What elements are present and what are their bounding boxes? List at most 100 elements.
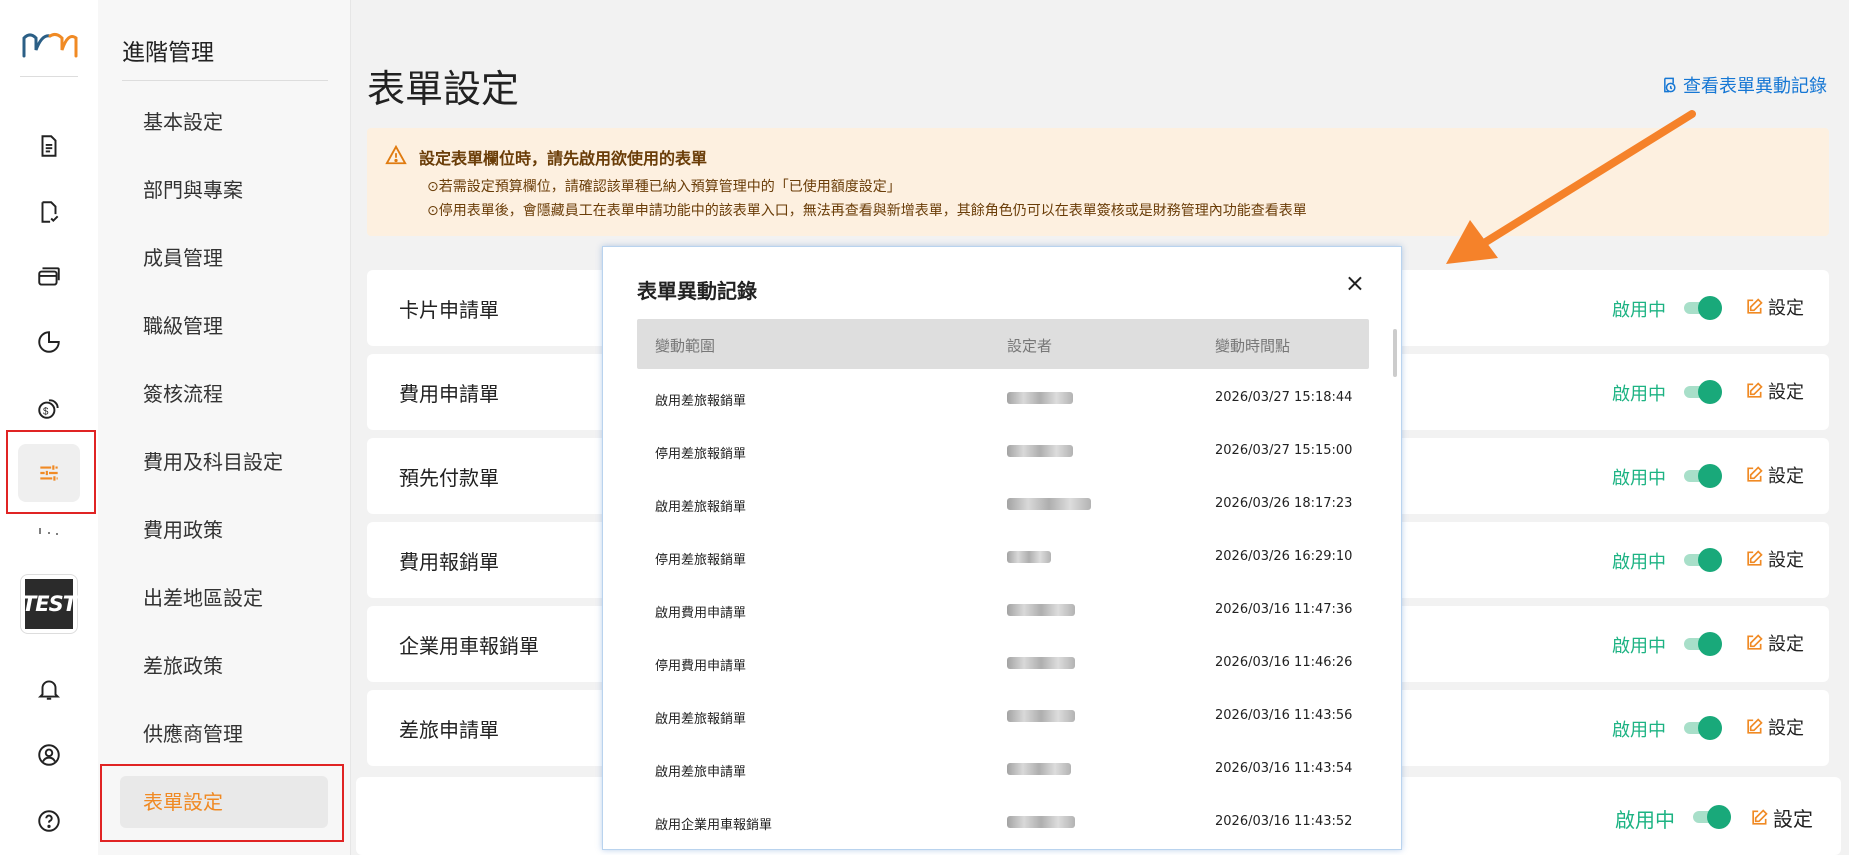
row-time: 2026/03/27 15:18:44	[1215, 390, 1353, 405]
table-row: 啟用差旅申請單 2026/03/16 11:43:54	[637, 743, 1369, 796]
money-icon[interactable]: $	[29, 388, 69, 428]
subnav-item-job-levels[interactable]: 職級管理	[120, 300, 328, 352]
subnav-item-departments-projects[interactable]: 部門與專案	[120, 164, 328, 216]
user-circle-icon[interactable]	[29, 735, 69, 775]
form-settings-button[interactable]: 設定	[1744, 294, 1804, 320]
bell-icon[interactable]	[29, 669, 69, 709]
subnav-item-members[interactable]: 成員管理	[120, 232, 328, 284]
history-table-header: 變動範圍 設定者 變動時間點	[637, 319, 1369, 369]
edit-icon	[1747, 298, 1763, 314]
annotation-arrow-icon	[1446, 110, 1696, 264]
subnav-item-travel-policy[interactable]: 差旅政策	[120, 640, 328, 692]
history-link-label: 查看表單異動記錄	[1683, 76, 1827, 97]
row-scope: 停用差旅報銷單	[655, 447, 747, 462]
form-settings-label: 設定	[1768, 382, 1804, 403]
avatar-text: TEST	[22, 579, 77, 629]
row-setter-redacted	[1007, 812, 1087, 832]
sliders-icon[interactable]	[29, 453, 69, 493]
form-name: 費用報銷單	[399, 550, 499, 574]
form-name: 預先付款單	[399, 466, 499, 490]
svg-text:$: $	[43, 407, 49, 418]
table-row: 啟用差旅報銷單 2026/03/16 11:43:56	[637, 690, 1369, 743]
form-status: 啟用中	[1615, 808, 1675, 832]
row-setter-redacted	[1007, 653, 1087, 673]
edit-icon	[1747, 382, 1763, 398]
form-settings-button[interactable]: 設定	[1744, 462, 1804, 488]
subnav-item-expense-policy[interactable]: 費用政策	[120, 504, 328, 556]
separator-marks-icon	[39, 528, 58, 535]
form-status: 啟用中	[1612, 552, 1666, 573]
form-status: 啟用中	[1612, 384, 1666, 405]
subnav-item-approval-flow[interactable]: 簽核流程	[120, 368, 328, 420]
warning-icon	[385, 144, 407, 165]
warning-line-disable: ⊙停用表單後，會隱藏員工在表單申請功能中的該表單入口，無法再查看與新增表單，其餘…	[427, 203, 1307, 219]
form-enable-toggle[interactable]	[1684, 380, 1722, 404]
form-settings-label: 設定	[1768, 298, 1804, 319]
form-enable-toggle[interactable]	[1684, 548, 1722, 572]
row-setter-redacted	[1007, 759, 1087, 779]
form-enable-toggle[interactable]	[1684, 632, 1722, 656]
form-settings-button[interactable]: 設定	[1744, 714, 1804, 740]
row-time: 2026/03/27 15:15:00	[1215, 443, 1353, 458]
row-scope: 啟用差旅報銷單	[655, 394, 747, 409]
table-row: 啟用差旅報銷單 2026/03/26 18:17:23	[637, 478, 1369, 531]
form-enable-toggle[interactable]	[1684, 464, 1722, 488]
row-time: 2026/03/16 11:43:56	[1215, 708, 1353, 723]
form-settings-label: 設定	[1768, 718, 1804, 739]
table-row: 啟用差旅報銷單 2026/03/27 15:18:44	[637, 372, 1369, 425]
row-scope: 啟用差旅申請單	[655, 765, 747, 780]
row-scope: 停用差旅報銷單	[655, 553, 747, 568]
sub-navigation: 進階管理 基本設定 部門與專案 成員管理 職級管理 簽核流程 費用及科目設定 費…	[98, 0, 350, 855]
card-icon[interactable]	[29, 257, 69, 297]
form-settings-label: 設定	[1768, 550, 1804, 571]
form-settings-label: 設定	[1773, 807, 1813, 831]
warning-line-budget: ⊙若需設定預算欄位，請確認該單種已納入預算管理中的「已使用額度設定」	[427, 179, 901, 195]
form-settings-button[interactable]: 設定	[1744, 378, 1804, 404]
rail-divider	[20, 76, 78, 77]
form-name: 差旅申請單	[399, 718, 499, 742]
row-scope: 啟用企業用車報銷單	[655, 818, 773, 833]
pie-chart-icon[interactable]	[29, 322, 69, 362]
icon-rail: $ TEST	[0, 0, 98, 855]
form-settings-label: 設定	[1768, 634, 1804, 655]
view-form-history-link[interactable]: 查看表單異動記錄	[1659, 72, 1827, 98]
modal-scrollbar[interactable]	[1393, 329, 1397, 377]
form-name: 費用申請單	[399, 382, 499, 406]
subnav-item-form-settings[interactable]: 表單設定	[120, 776, 328, 828]
subnav-item-suppliers[interactable]: 供應商管理	[120, 708, 328, 760]
subnav-item-expense-accounts[interactable]: 費用及科目設定	[120, 436, 328, 488]
edit-icon	[1747, 466, 1763, 482]
warning-title: 設定表單欄位時，請先啟用欲使用的表單	[419, 149, 708, 168]
row-time: 2026/03/16 11:47:36	[1215, 602, 1353, 617]
form-settings-label: 設定	[1768, 466, 1804, 487]
form-history-modal: 表單異動記錄 × 變動範圍 設定者 變動時間點 啟用差旅報銷單 2026/03/…	[602, 246, 1402, 850]
help-icon[interactable]	[29, 801, 69, 841]
page-title: 表單設定	[367, 67, 520, 111]
close-icon[interactable]: ×	[1345, 269, 1365, 297]
avatar[interactable]: TEST	[20, 574, 78, 634]
form-settings-button[interactable]: 設定	[1744, 630, 1804, 656]
row-scope: 啟用費用申請單	[655, 606, 747, 621]
subnav-item-travel-regions[interactable]: 出差地區設定	[120, 572, 328, 624]
row-setter-redacted	[1007, 388, 1087, 408]
form-enable-toggle[interactable]	[1693, 805, 1731, 829]
table-row: 啟用費用申請單 2026/03/16 11:47:36	[637, 584, 1369, 637]
form-name: 卡片申請單	[399, 298, 499, 322]
form-name: 企業用車報銷單	[399, 634, 539, 658]
form-enable-toggle[interactable]	[1684, 716, 1722, 740]
subnav-title: 進階管理	[122, 40, 214, 66]
form-status: 啟用中	[1612, 468, 1666, 489]
document-check-icon[interactable]	[29, 192, 69, 232]
form-settings-button[interactable]: 設定	[1749, 803, 1813, 832]
row-time: 2026/03/16 11:46:26	[1215, 655, 1353, 670]
edit-icon	[1752, 808, 1768, 825]
edit-icon	[1747, 718, 1763, 734]
row-scope: 停用費用申請單	[655, 659, 747, 674]
row-time: 2026/03/16 11:43:52	[1215, 814, 1353, 829]
form-settings-button[interactable]: 設定	[1744, 546, 1804, 572]
form-enable-toggle[interactable]	[1684, 296, 1722, 320]
mm-logo-icon[interactable]	[22, 30, 78, 60]
form-status: 啟用中	[1612, 300, 1666, 321]
subnav-item-basic-settings[interactable]: 基本設定	[120, 96, 328, 148]
document-icon[interactable]	[29, 126, 69, 166]
